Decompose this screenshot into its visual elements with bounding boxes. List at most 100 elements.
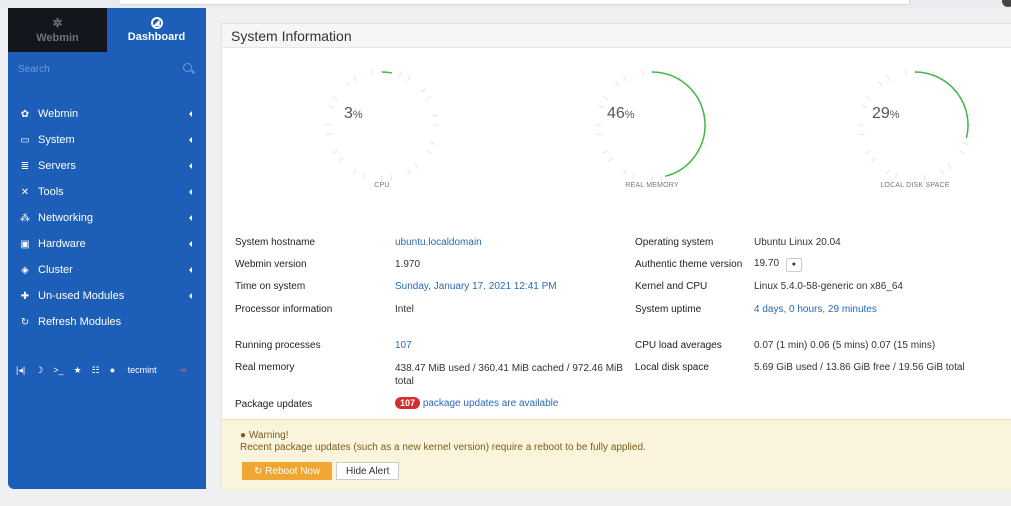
gauge-cpu-value: 3% <box>344 105 363 122</box>
sidebar-footer-tools: |◂| ☽ >_ ★ ☷ ● tecmint ⇥ <box>8 360 206 380</box>
sidebar-item-networking[interactable]: ⁂ Networking <box>8 205 206 231</box>
sidebar-item-label: Un-used Modules <box>38 290 125 302</box>
kernel-value: Linux 5.4.0-58-generic on x86_64 <box>754 281 903 292</box>
caret-left-icon <box>189 189 192 195</box>
gauge-tick <box>353 168 357 175</box>
collapse-icon[interactable]: |◂| <box>16 365 25 376</box>
sidebar-item-webmin[interactable]: ✿ Webmin <box>8 101 206 127</box>
disk-label: Local disk space <box>635 362 709 373</box>
gauge-tick <box>362 172 366 179</box>
sidebar-search <box>8 52 206 86</box>
processor-label: Processor information <box>235 304 333 315</box>
gauge-tick <box>595 133 602 136</box>
gauge-tick <box>623 168 627 175</box>
uptime-value[interactable]: 4 days, 0 hours, 29 minutes <box>754 304 877 315</box>
gauge-tick <box>390 175 393 182</box>
hostname-value[interactable]: ubuntu.localdomain <box>395 237 482 248</box>
webmin-logo-icon: ✲ <box>52 16 63 30</box>
gauge-memory-value: 46% <box>607 105 635 122</box>
sidebar-item-unused-modules[interactable]: ✚ Un-used Modules <box>8 283 206 309</box>
user-menu[interactable]: ● tecmint <box>110 365 167 375</box>
gauge-tick <box>702 114 709 117</box>
alert-title: ● Warning! <box>240 430 289 441</box>
gauge-tick <box>660 175 663 182</box>
load-value: 0.07 (1 min) 0.06 (5 mins) 0.07 (15 mins… <box>754 340 936 351</box>
sidebar-item-system[interactable]: ▭ System <box>8 127 206 153</box>
gauge-tick <box>608 157 614 163</box>
theme-version-label: Authentic theme version <box>635 259 743 270</box>
sidebar-item-cluster[interactable]: ◈ Cluster <box>8 257 206 283</box>
warning-icon: ● <box>240 430 247 441</box>
terminal-icon[interactable]: >_ <box>53 365 63 375</box>
gauge-cpu-dial <box>325 70 439 182</box>
sidebar-item-label: Networking <box>38 212 94 224</box>
hide-alert-button[interactable]: Hide Alert <box>336 462 400 480</box>
disk-value: 5.69 GiB used / 13.86 GiB free / 19.56 G… <box>754 362 965 373</box>
sliders-icon[interactable]: ☷ <box>92 365 100 376</box>
sidebar-item-hardware[interactable]: ▣ Hardware <box>8 231 206 257</box>
memory-value: 438.47 MiB used / 360.41 MiB cached / 97… <box>395 363 623 387</box>
caret-left-icon <box>189 241 192 247</box>
gauge-arc <box>381 71 393 74</box>
gauge-tick <box>962 141 969 145</box>
updates-link[interactable]: package updates are available <box>423 398 559 409</box>
puzzle-icon: ✚ <box>20 290 30 302</box>
gauge-cpu: 3% CPU <box>307 48 457 208</box>
monitor-icon: ▭ <box>20 134 30 146</box>
tab-dashboard[interactable]: ◢ Dashboard <box>107 8 206 52</box>
username: tecmint <box>127 365 157 375</box>
gauge-memory-dial <box>595 70 709 182</box>
gauge-tick <box>861 105 868 109</box>
user-icon: ● <box>109 365 116 375</box>
sidebar-item-tools[interactable]: ✕ Tools <box>8 179 206 205</box>
tab-webmin[interactable]: ✲ Webmin <box>8 8 107 52</box>
sidebar-item-refresh-modules[interactable]: ↻ Refresh Modules <box>8 309 206 335</box>
tools-icon: ✕ <box>20 186 30 198</box>
sidebar-item-label: System <box>38 134 75 146</box>
updates-count-badge[interactable]: 107 <box>395 397 421 409</box>
gauge-tick <box>877 81 883 87</box>
gauge-tick <box>947 163 953 169</box>
gauge-tick <box>425 150 432 154</box>
page-title: System Information <box>222 24 1011 48</box>
gauge-memory: 46% REAL MEMORY <box>577 48 727 208</box>
gauge-tick <box>858 133 865 136</box>
caret-left-icon <box>189 267 192 273</box>
caret-left-icon <box>189 111 192 117</box>
sidebar-item-servers[interactable]: ≣ Servers <box>8 153 206 179</box>
time-value[interactable]: Sunday, January 17, 2021 12:41 PM <box>395 281 557 292</box>
gauge-tick <box>332 150 339 154</box>
server-icon: ≣ <box>20 160 30 172</box>
dashboard-icon: ◢ <box>150 17 163 29</box>
gauge-tick <box>895 172 899 179</box>
sidebar-item-label: Hardware <box>38 238 86 250</box>
logout-icon[interactable]: ⇥ <box>179 365 187 376</box>
gauge-tick <box>904 70 907 75</box>
address-bar[interactable] <box>118 0 910 5</box>
refresh-icon: ↻ <box>20 316 30 328</box>
gauge-tick <box>420 87 426 93</box>
caret-left-icon <box>189 163 192 169</box>
gauge-tick <box>414 163 420 169</box>
moon-icon[interactable]: ☽ <box>35 365 43 376</box>
gauge-arc <box>651 71 706 178</box>
caret-left-icon <box>189 293 192 299</box>
gauge-tick <box>407 75 411 82</box>
gauge-tick <box>407 168 411 175</box>
gauge-tick <box>328 105 335 109</box>
gauge-tick <box>958 150 965 154</box>
reboot-alert: ● Warning! Recent package updates (such … <box>222 419 1011 490</box>
gauge-disk-label: LOCAL DISK SPACE <box>880 182 950 189</box>
gauge-disk: 29% LOCAL DISK SPACE <box>840 48 990 208</box>
processes-value[interactable]: 107 <box>395 340 412 351</box>
star-icon[interactable]: ★ <box>74 365 82 376</box>
gauge-disk-dial <box>858 70 972 182</box>
gauge-tick <box>886 75 890 82</box>
info-icon[interactable]: ● <box>785 258 802 272</box>
sidebar-tabs: ✲ Webmin ◢ Dashboard <box>8 8 206 52</box>
caret-left-icon <box>189 215 192 221</box>
profile-icon[interactable] <box>1002 0 1011 7</box>
reboot-button[interactable]: ↻ Reboot Now <box>242 462 333 480</box>
search-input[interactable] <box>8 52 206 86</box>
search-icon[interactable] <box>183 63 192 72</box>
